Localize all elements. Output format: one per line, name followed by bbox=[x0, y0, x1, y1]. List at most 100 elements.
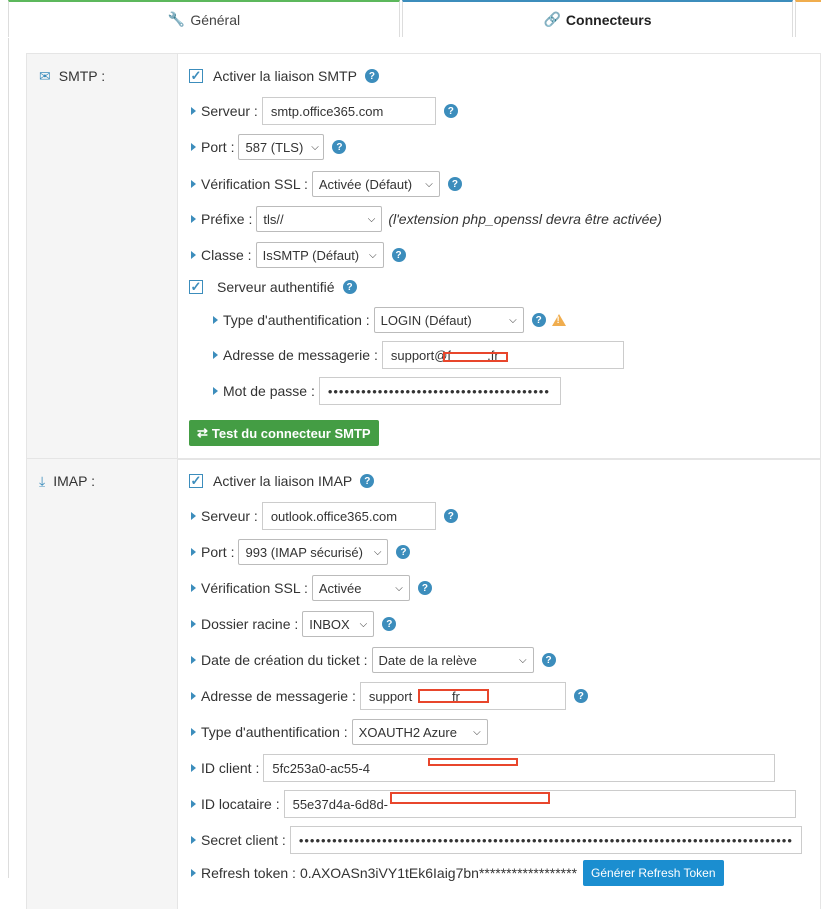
caret-right-icon bbox=[191, 512, 196, 520]
imap-auth-type-select[interactable]: XOAUTH2 Azure ⌵ bbox=[351, 719, 488, 745]
help-icon[interactable]: ? bbox=[382, 617, 397, 631]
smtp-prefix-select[interactable]: tls// ⌵ bbox=[256, 206, 383, 232]
help-icon[interactable]: ? bbox=[342, 280, 357, 294]
smtp-ssl-select[interactable]: Activée (Défaut) ⌵ bbox=[311, 171, 440, 197]
imap-ssl-label: Vérification SSL : bbox=[201, 580, 308, 596]
imap-client-id-label: ID client : bbox=[201, 760, 260, 776]
imap-date-select[interactable]: Date de la relève ⌵ bbox=[371, 647, 534, 673]
smtp-auth-type-select[interactable]: LOGIN (Défaut) ⌵ bbox=[373, 307, 524, 333]
smtp-ssl-value: Activée (Défaut) bbox=[318, 176, 413, 192]
help-icon[interactable]: ? bbox=[447, 177, 462, 191]
caret-right-icon bbox=[191, 656, 196, 664]
smtp-section: ✉ SMTP : ✓ Activer la liaison SMTP ? Serv… bbox=[26, 53, 821, 460]
imap-folder-label: Dossier racine : bbox=[201, 616, 299, 632]
imap-email-label: Adresse de messagerie : bbox=[201, 688, 356, 704]
chevron-down-icon: ⌵ bbox=[359, 618, 368, 630]
help-icon[interactable]: ? bbox=[396, 545, 411, 559]
caret-right-icon bbox=[191, 836, 196, 844]
help-icon[interactable]: ? bbox=[443, 104, 458, 118]
help-icon[interactable]: ? bbox=[360, 474, 375, 488]
smtp-enable-label: Activer la liaison SMTP bbox=[213, 68, 357, 84]
smtp-auth-type-value: LOGIN (Défaut) bbox=[380, 312, 472, 328]
help-icon[interactable]: ? bbox=[364, 69, 379, 83]
caret-right-icon bbox=[191, 215, 196, 223]
caret-right-icon bbox=[191, 251, 196, 259]
redaction-mark bbox=[418, 689, 489, 703]
smtp-email-label: Adresse de messagerie : bbox=[223, 347, 378, 363]
imap-tenant-id-label: ID locataire : bbox=[201, 796, 280, 812]
imap-refresh-label: Refresh token : bbox=[201, 865, 296, 881]
tab-general-label: Général bbox=[190, 11, 241, 28]
help-icon[interactable]: ? bbox=[417, 581, 432, 595]
imap-date-label: Date de création du ticket : bbox=[201, 652, 368, 668]
chevron-down-icon: ⌵ bbox=[425, 178, 433, 190]
tab-general[interactable]: 🔧 Général bbox=[8, 0, 400, 37]
help-icon[interactable]: ? bbox=[391, 248, 406, 262]
caret-right-icon bbox=[191, 692, 196, 700]
help-icon[interactable]: ? bbox=[332, 140, 347, 154]
redaction-mark bbox=[428, 758, 518, 766]
smtp-port-select[interactable]: 587 (TLS) ⌵ bbox=[238, 134, 325, 160]
smtp-password-input[interactable] bbox=[318, 377, 561, 405]
caret-right-icon bbox=[213, 316, 218, 324]
caret-right-icon bbox=[191, 869, 196, 877]
imap-secret-input[interactable] bbox=[289, 826, 802, 854]
help-icon[interactable]: ? bbox=[541, 653, 556, 667]
imap-enable-label: Activer la liaison IMAP bbox=[213, 473, 353, 489]
envelope-icon: ✉ bbox=[39, 68, 51, 84]
imap-ssl-select[interactable]: Activée ⌵ bbox=[311, 575, 410, 601]
imap-folder-select[interactable]: INBOX ⌵ bbox=[302, 611, 375, 637]
caret-right-icon bbox=[191, 548, 196, 556]
smtp-class-select[interactable]: IsSMTP (Défaut) ⌵ bbox=[255, 242, 384, 268]
smtp-prefix-value: tls// bbox=[263, 211, 284, 227]
caret-right-icon bbox=[191, 107, 196, 115]
smtp-server-input[interactable] bbox=[261, 97, 436, 125]
smtp-enable-checkbox[interactable]: ✓ bbox=[189, 68, 203, 83]
chevron-down-icon: ⌵ bbox=[509, 314, 517, 326]
smtp-server-label: Serveur : bbox=[201, 103, 258, 119]
imap-port-value: 993 (IMAP sécurisé) bbox=[245, 544, 363, 560]
smtp-port-value: 587 (TLS) bbox=[245, 139, 304, 155]
smtp-auth-checkbox[interactable]: ✓ bbox=[189, 279, 203, 294]
chevron-down-icon: ⌵ bbox=[367, 213, 376, 225]
redaction-mark bbox=[390, 792, 550, 804]
imap-enable-checkbox[interactable]: ✓ bbox=[189, 473, 203, 488]
caret-right-icon bbox=[191, 584, 196, 592]
imap-port-select[interactable]: 993 (IMAP sécurisé) ⌵ bbox=[238, 539, 389, 565]
imap-secret-label: Secret client : bbox=[201, 832, 286, 848]
chevron-down-icon: ⌵ bbox=[373, 546, 382, 558]
tab-connecteurs-label: Connecteurs bbox=[565, 11, 652, 28]
help-icon[interactable]: ? bbox=[573, 689, 588, 703]
chevron-down-icon: ⌵ bbox=[518, 654, 527, 666]
smtp-test-button[interactable]: ⇄ Test du connecteur SMTP bbox=[189, 420, 379, 446]
smtp-label-cell: ✉ SMTP : bbox=[27, 54, 178, 459]
caret-right-icon bbox=[191, 728, 196, 736]
tab-bar: 🔧 Général 🔗 Connecteurs bbox=[0, 0, 821, 38]
link-icon: 🔗 bbox=[543, 11, 561, 27]
imap-server-input[interactable] bbox=[261, 502, 436, 530]
chevron-down-icon: ⌵ bbox=[395, 582, 403, 594]
help-icon[interactable]: ? bbox=[531, 313, 546, 327]
tab-other[interactable] bbox=[795, 0, 821, 37]
smtp-auth-type-label: Type d'authentification : bbox=[223, 312, 370, 328]
smtp-class-label: Classe : bbox=[201, 247, 252, 263]
imap-client-id-input[interactable] bbox=[263, 754, 776, 782]
smtp-class-value: IsSMTP (Défaut) bbox=[262, 247, 360, 263]
caret-right-icon bbox=[191, 180, 196, 188]
imap-section: ⤓ IMAP : ✓ Activer la liaison IMAP ? Serv… bbox=[26, 458, 821, 909]
smtp-port-label: Port : bbox=[201, 139, 235, 155]
tab-connecteurs[interactable]: 🔗 Connecteurs bbox=[402, 0, 793, 37]
generate-refresh-token-button[interactable]: Générer Refresh Token bbox=[583, 860, 724, 886]
smtp-test-button-label: Test du connecteur SMTP bbox=[211, 425, 371, 441]
caret-right-icon bbox=[213, 351, 218, 359]
caret-right-icon bbox=[191, 764, 196, 772]
imap-ssl-value: Activée bbox=[318, 580, 362, 596]
help-icon[interactable]: ? bbox=[443, 509, 458, 523]
smtp-prefix-label: Préfixe : bbox=[201, 211, 253, 227]
imap-folder-value: INBOX bbox=[309, 616, 350, 632]
caret-right-icon bbox=[191, 620, 196, 628]
chevron-down-icon: ⌵ bbox=[311, 141, 319, 153]
imap-port-label: Port : bbox=[201, 544, 235, 560]
warning-icon bbox=[551, 314, 566, 326]
imap-auth-type-label: Type d'authentification : bbox=[201, 724, 348, 740]
